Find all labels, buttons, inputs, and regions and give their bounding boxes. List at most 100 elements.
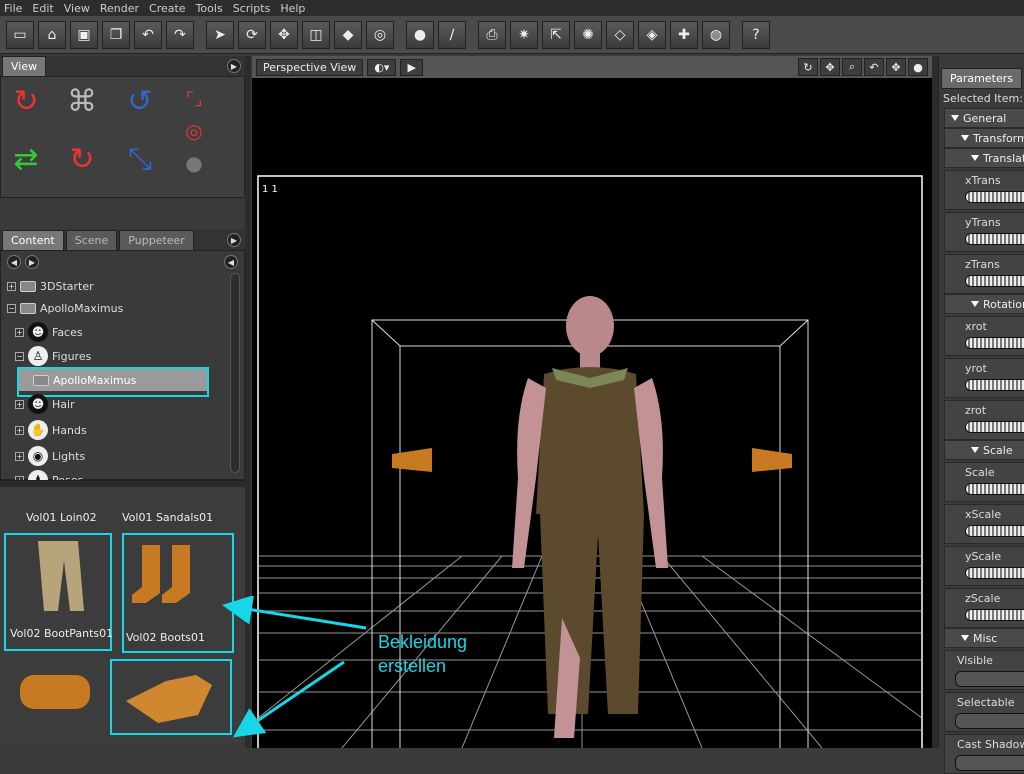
panel-menu-icon[interactable]: ▶ [227, 233, 241, 247]
back-icon[interactable]: ◀ [7, 255, 21, 269]
move-xy-icon[interactable]: ✥ [886, 58, 906, 76]
xrot-dial[interactable] [965, 337, 1024, 349]
tree-item[interactable]: + ☻ Faces [15, 321, 83, 343]
zrot-dial[interactable] [965, 421, 1024, 433]
tab-view[interactable]: View [2, 56, 47, 76]
reset-icon[interactable]: ● [171, 143, 217, 183]
rotate-icon[interactable]: ⟳ [238, 20, 266, 49]
zoom-icon[interactable]: ⌕ [842, 58, 862, 76]
tree-item[interactable]: + ✋ Hands [15, 419, 87, 441]
folder-icon [20, 302, 36, 314]
param-yscale: yScale [944, 546, 1024, 586]
scale-icon[interactable]: ◫ [302, 20, 330, 49]
orbit-camera-icon[interactable]: ↻ [3, 81, 49, 121]
scale-dial[interactable] [965, 483, 1024, 495]
xscale-dial[interactable] [965, 525, 1024, 537]
undo-icon[interactable]: ↶ [134, 20, 162, 49]
viewport-menu-icon[interactable]: ▶ [400, 58, 423, 76]
thumbnail-bootpants[interactable]: Vol02 BootPants01 [4, 533, 113, 651]
sphere-icon[interactable]: ● [406, 20, 434, 49]
camera-select[interactable]: Perspective View [256, 58, 364, 76]
copy-icon[interactable]: ❐ [102, 20, 130, 49]
ztrans-dial[interactable] [965, 275, 1024, 287]
tab-content[interactable]: Content [2, 230, 64, 250]
select-object-icon[interactable]: ◆ [334, 20, 362, 49]
selectable-toggle[interactable] [955, 713, 1024, 729]
yscale-dial[interactable] [965, 567, 1024, 579]
section-scale[interactable]: Scale [944, 440, 1024, 460]
menu-edit[interactable]: Edit [32, 2, 53, 15]
add-light-icon[interactable]: ✷ [510, 20, 538, 49]
roll-camera-icon[interactable]: ↺ [117, 81, 163, 121]
tree-scrollbar[interactable] [230, 273, 240, 473]
move-xz-icon[interactable]: ✥ [820, 58, 840, 76]
add-spot-icon[interactable]: ⇱ [542, 20, 570, 49]
section-misc[interactable]: Misc [944, 628, 1024, 648]
redo-icon[interactable]: ↷ [166, 20, 194, 49]
cast-shadows-toggle[interactable] [955, 755, 1024, 771]
new-file-icon[interactable]: ▭ [6, 20, 34, 49]
add-camera-icon[interactable]: ⎙ [478, 20, 506, 49]
cuff-thumbnail-image [20, 675, 90, 709]
move-icon[interactable]: ✥ [270, 20, 298, 49]
add-point-light-icon[interactable]: ✺ [574, 20, 602, 49]
help-icon[interactable]: ? [742, 20, 770, 49]
surface-icon[interactable]: ◎ [366, 20, 394, 49]
section-rotation[interactable]: Rotation [944, 294, 1024, 314]
ytrans-dial[interactable] [965, 233, 1024, 245]
menu-create[interactable]: Create [149, 2, 186, 15]
pan-camera-icon[interactable]: ↻ [59, 139, 105, 179]
menu-tools[interactable]: Tools [196, 2, 223, 15]
add-figure-icon[interactable]: ◈ [638, 20, 666, 49]
zoom-camera-icon[interactable]: ⤡ [117, 139, 163, 179]
menu-scripts[interactable]: Scripts [233, 2, 271, 15]
tab-scene[interactable]: Scene [65, 230, 118, 250]
panel-menu-icon[interactable]: ▶ [227, 59, 241, 73]
tree-item[interactable]: + ☻ Hair [15, 393, 75, 415]
thumb-label[interactable]: Vol01 Loin02 [26, 511, 97, 524]
param-zrot: zrot [944, 400, 1024, 440]
save-icon[interactable]: ▣ [70, 20, 98, 49]
splitter[interactable] [0, 481, 245, 487]
pin-icon[interactable]: ● [908, 58, 928, 76]
section-transform[interactable]: Transform [944, 128, 1024, 148]
open-folder-icon[interactable]: ⌂ [38, 20, 66, 49]
menu-file[interactable]: File [4, 2, 22, 15]
section-general[interactable]: General [944, 108, 1024, 128]
add-object-icon[interactable]: ◇ [606, 20, 634, 49]
tab-parameters[interactable]: Parameters [941, 68, 1022, 89]
thumbnail-boots[interactable]: Vol02 Boots01 [122, 533, 234, 653]
move-camera-icon[interactable]: ⌘ [59, 81, 105, 121]
menu-view[interactable]: View [64, 2, 90, 15]
tree-item[interactable]: − ♙ Figures [15, 345, 91, 367]
menu-help[interactable]: Help [280, 2, 305, 15]
tree-item[interactable]: + 3DStarter [7, 275, 94, 297]
param-yrot: yrot [944, 358, 1024, 398]
section-translate[interactable]: Translat [944, 148, 1024, 168]
tree-item[interactable]: − ApolloMaximus [7, 297, 123, 319]
dolly-camera-icon[interactable]: ⇄ [3, 139, 49, 179]
tab-puppeteer[interactable]: Puppeteer [119, 230, 194, 250]
tree-item[interactable]: + ◉ Lights [15, 445, 85, 467]
collapse-icon[interactable]: ◀ [224, 255, 238, 269]
add-prop-icon[interactable]: ✚ [670, 20, 698, 49]
visible-toggle[interactable] [955, 671, 1024, 687]
rotate-view-icon[interactable]: ↶ [864, 58, 884, 76]
xtrans-dial[interactable] [965, 191, 1024, 203]
menu-render[interactable]: Render [100, 2, 139, 15]
zscale-dial[interactable] [965, 609, 1024, 621]
content-panel-header: Content Scene Puppeteer ▶ [0, 230, 245, 250]
param-xscale: xScale [944, 504, 1024, 544]
yrot-dial[interactable] [965, 379, 1024, 391]
display-style-icon[interactable]: ◐▾ [367, 58, 397, 76]
folder-icon [20, 280, 36, 292]
figure-icon: ♙ [28, 346, 48, 366]
thumb-label[interactable]: Vol01 Sandals01 [122, 511, 213, 524]
forward-icon[interactable]: ▶ [25, 255, 39, 269]
world-icon[interactable]: ◍ [702, 20, 730, 49]
thumbnail-gloves[interactable] [110, 659, 232, 735]
trackball-icon[interactable]: ↻ [798, 58, 818, 76]
content-tree: ◀ ▶ ◀ + 3DStarter − ApolloMaximus + ☻ Fac… [0, 250, 245, 490]
pointer-icon[interactable]: ➤ [206, 20, 234, 49]
bone-icon[interactable]: ∕ [438, 20, 466, 49]
